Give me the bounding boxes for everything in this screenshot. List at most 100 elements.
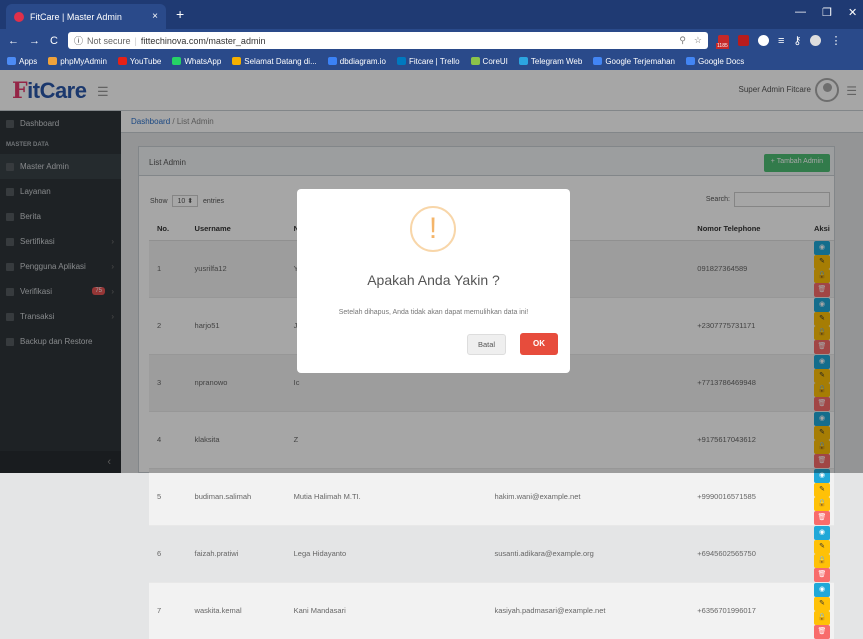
- bookmark-label: Selamat Datang di...: [244, 56, 317, 66]
- new-tab-button[interactable]: +: [176, 6, 184, 22]
- bookmark-icon: [327, 57, 337, 65]
- view-icon[interactable]: ◉: [814, 525, 830, 540]
- bookmark-label: dbdiagram.io: [339, 56, 386, 66]
- bookmark-item[interactable]: Google Terjemahan: [593, 57, 675, 66]
- bookmark-label: Google Terjemahan: [605, 56, 676, 66]
- address-bar[interactable]: ⓘ Not secure | fittechinova.com/master_a…: [68, 32, 708, 49]
- bookmark-icon: [470, 57, 480, 65]
- maximize-icon[interactable]: ❐: [822, 6, 832, 19]
- table-cell-name: Mutia Halimah M.TI.: [285, 467, 487, 525]
- warning-icon: !: [410, 206, 456, 252]
- bookmark-icon: [232, 57, 242, 65]
- dialog-title: Apakah Anda Yakin ?: [367, 272, 500, 288]
- bookmark-item[interactable]: phpMyAdmin: [48, 57, 107, 66]
- bookmark-icon: [117, 57, 127, 65]
- table-cell-no: 6: [149, 524, 187, 582]
- zoom-icon[interactable]: ⚲: [679, 35, 686, 46]
- bookmark-icon: [48, 57, 58, 65]
- bookmark-item[interactable]: YouTube: [117, 56, 162, 66]
- bookmarks-bar: Apps phpMyAdmin YouTube WhatsApp Selamat Dat…: [0, 52, 863, 70]
- url-separator: |: [134, 35, 137, 46]
- table-cell-username: budiman.salimah: [186, 467, 286, 525]
- bookmark-icon: [686, 57, 696, 65]
- bookmark-item[interactable]: Google Docs: [686, 57, 744, 66]
- tab-close-icon[interactable]: ×: [152, 11, 158, 22]
- table-cell-phone: +6356701996017: [689, 581, 806, 639]
- table-cell-username: faizah.pratiwi: [186, 524, 286, 582]
- browser-tab-bar: FitCare | Master Admin × + — ❐ ✕: [0, 0, 863, 29]
- table-cell-email: hakim.wani@example.net: [486, 467, 690, 525]
- table-cell-actions: ◉✎🔒🗑: [806, 524, 834, 582]
- bookmark-item[interactable]: Fitcare | Trello: [397, 57, 460, 66]
- edit-icon[interactable]: ✎: [814, 596, 830, 611]
- table-cell-name: Kani Mandasari: [285, 581, 487, 639]
- window-close-icon[interactable]: ✕: [848, 6, 857, 19]
- table-cell-phone: +9990016571585: [689, 467, 806, 525]
- table-cell-no: 5: [149, 467, 187, 525]
- ok-button[interactable]: OK: [520, 333, 558, 355]
- lock-icon[interactable]: 🔒: [814, 553, 830, 568]
- bookmark-icon: [397, 57, 406, 65]
- extension-icon[interactable]: 1185: [716, 35, 729, 49]
- table-cell-email: kasiyah.padmasari@example.net: [486, 581, 690, 639]
- lock-icon[interactable]: 🔒: [814, 610, 830, 625]
- browser-tab[interactable]: FitCare | Master Admin ×: [6, 4, 166, 29]
- bookmark-label: Fitcare | Trello: [409, 56, 460, 66]
- bookmark-icon: [7, 57, 16, 65]
- chrome-menu-icon[interactable]: ⋮: [830, 34, 841, 47]
- table-row: 5 budiman.salimah Mutia Halimah M.TI. hakim…: [149, 467, 834, 525]
- bookmark-item[interactable]: Apps: [7, 57, 37, 66]
- url-text: fittechinova.com/master_admin: [140, 35, 266, 46]
- confirm-dialog: ! Apakah Anda Yakin ? Setelah dihapus, A…: [297, 189, 570, 373]
- favicon-icon: [14, 11, 24, 22]
- browser-toolbar: ← → C ⓘ Not secure | fittechinova.com/ma…: [0, 29, 863, 52]
- profile-icon[interactable]: [810, 35, 822, 46]
- table-cell-name: Lega Hidayanto: [285, 524, 487, 582]
- table-cell-actions: ◉✎🔒🗑: [806, 581, 834, 639]
- key-icon[interactable]: ⚷: [793, 34, 801, 47]
- bookmark-icon: [518, 57, 528, 65]
- star-icon[interactable]: ☆: [694, 35, 702, 46]
- table-row: 6 faizah.pratiwi Lega Hidayanto susanti.adi…: [149, 524, 834, 582]
- table-cell-phone: +6945602565750: [689, 524, 806, 582]
- bookmark-item[interactable]: Selamat Datang di...: [232, 56, 317, 66]
- table-cell-no: 7: [149, 581, 187, 639]
- not-secure-label: Not secure: [87, 35, 131, 46]
- bookmark-label: Google Docs: [698, 56, 745, 66]
- lock-icon[interactable]: 🔒: [814, 496, 830, 511]
- reload-icon[interactable]: C: [50, 35, 58, 47]
- bookmark-label: YouTube: [129, 56, 162, 66]
- delete-icon[interactable]: 🗑: [814, 510, 830, 525]
- cancel-button[interactable]: Batal: [467, 334, 506, 355]
- table-row: 7 waskita.kemal Kani Mandasari kasiyah.padm…: [149, 581, 834, 639]
- bookmark-item[interactable]: CoreUI: [470, 56, 508, 66]
- menu-list-icon[interactable]: ≡: [778, 35, 784, 47]
- bookmark-item[interactable]: Telegram Web: [518, 56, 583, 66]
- extension-badge: 1185: [716, 43, 729, 49]
- pdf-extension-icon[interactable]: [738, 35, 749, 46]
- forward-icon[interactable]: →: [29, 35, 40, 47]
- delete-icon[interactable]: 🗑: [814, 567, 830, 582]
- table-cell-actions: ◉✎🔒🗑: [806, 467, 834, 525]
- bookmark-item[interactable]: dbdiagram.io: [327, 56, 386, 66]
- minimize-icon[interactable]: —: [795, 6, 806, 18]
- bookmark-label: WhatsApp: [184, 56, 222, 66]
- bookmark-item[interactable]: WhatsApp: [172, 57, 221, 66]
- record-extension-icon[interactable]: [758, 35, 769, 46]
- bookmark-label: CoreUI: [482, 56, 508, 66]
- back-icon[interactable]: ←: [8, 35, 19, 47]
- tab-title: FitCare | Master Admin: [30, 11, 122, 22]
- bookmark-label: phpMyAdmin: [60, 56, 107, 66]
- delete-icon[interactable]: 🗑: [814, 624, 830, 639]
- view-icon[interactable]: ◉: [814, 582, 830, 597]
- edit-icon[interactable]: ✎: [814, 539, 830, 554]
- table-cell-email: susanti.adikara@example.org: [486, 524, 690, 582]
- table-cell-username: waskita.kemal: [186, 581, 286, 639]
- bookmark-icon: [172, 57, 182, 65]
- info-icon: ⓘ: [74, 36, 84, 46]
- bookmark-icon: [593, 57, 603, 65]
- bookmark-label: Apps: [19, 56, 38, 66]
- dialog-text: Setelah dihapus, Anda tidak akan dapat m…: [338, 309, 529, 316]
- edit-icon[interactable]: ✎: [814, 482, 830, 497]
- bookmark-label: Telegram Web: [530, 56, 583, 66]
